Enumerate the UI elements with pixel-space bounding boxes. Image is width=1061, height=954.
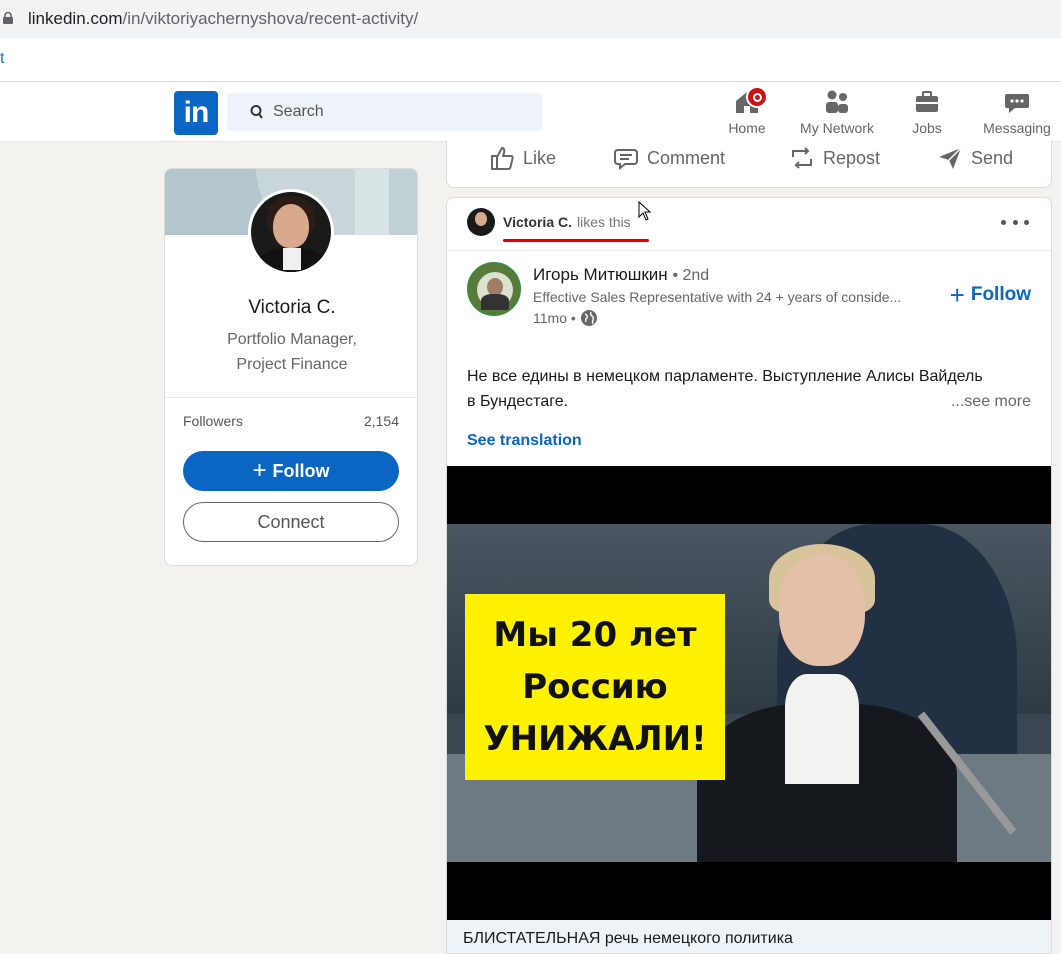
video-frame: Мы 20 лет Россию УНИЖАЛИ!: [447, 524, 1051, 862]
plus-icon: +: [949, 280, 965, 310]
url-text[interactable]: linkedin.com/in/viktoriyachernyshova/rec…: [28, 9, 418, 29]
video-player[interactable]: Мы 20 лет Россию УНИЖАЛИ!: [447, 466, 1051, 920]
briefcase-icon: [916, 91, 938, 112]
plus-icon: +: [252, 457, 267, 484]
followers-count: 2,154: [363, 413, 399, 429]
liker-name[interactable]: Victoria C.: [503, 214, 572, 230]
liker-action: likes this: [577, 214, 631, 230]
comment-label: Comment: [647, 147, 726, 168]
messaging-icon: [1005, 94, 1029, 113]
nav-home-label: Home: [728, 120, 766, 136]
social-context: Victoria C. likes this: [467, 208, 631, 236]
divider: [165, 397, 417, 398]
profile-headline-line1: Portfolio Manager,: [227, 331, 357, 348]
lock-icon: [3, 12, 13, 24]
video-caption: Мы 20 лет Россию УНИЖАЛИ!: [465, 594, 725, 780]
author-follow-button[interactable]: + Follow: [950, 282, 1031, 308]
post-time: 11mo •: [533, 309, 598, 327]
divider: [447, 250, 1051, 251]
nav-home[interactable]: Home: [722, 84, 772, 140]
notification-badge: [746, 86, 768, 108]
followers-label: Followers: [183, 413, 243, 429]
follow-button[interactable]: + Follow: [183, 451, 399, 491]
repost-icon: [792, 147, 812, 169]
feed-post: Victoria C. likes this Игорь Митюшкин • …: [446, 197, 1052, 954]
follow-button-label: Follow: [272, 460, 330, 481]
see-translation-link[interactable]: See translation: [467, 432, 582, 450]
send-label: Send: [971, 147, 1014, 168]
author-name[interactable]: Игорь Митюшкин: [533, 265, 668, 284]
search-box[interactable]: [227, 93, 542, 131]
network-icon: [826, 90, 848, 113]
video-caption-line3: УНИЖАЛИ!: [483, 719, 707, 759]
author-avatar[interactable]: [467, 262, 521, 316]
video-caption-line1: Мы 20 лет: [493, 615, 697, 655]
send-button[interactable]: Send: [937, 144, 1013, 172]
red-underline-annotation: [503, 239, 649, 242]
globe-icon: [580, 310, 597, 326]
liker-avatar[interactable]: [467, 208, 495, 236]
repost-label: Repost: [823, 147, 881, 168]
nav-messaging-label: Messaging: [983, 120, 1051, 136]
nav-jobs[interactable]: Jobs: [905, 84, 949, 140]
repost-button[interactable]: Repost: [789, 144, 880, 172]
url-path: /in/viktoriyachernyshova/recent-activity…: [122, 9, 419, 28]
search-icon: [250, 105, 263, 119]
nav-jobs-label: Jobs: [912, 120, 942, 136]
comment-icon: [614, 149, 638, 171]
connect-button-label: Connect: [257, 511, 325, 532]
profile-headline-line2: Project Finance: [236, 356, 348, 373]
browser-address-bar[interactable]: linkedin.com/in/viktoriyachernyshova/rec…: [0, 0, 1061, 38]
bookmarks-bar: t: [0, 38, 1061, 82]
comment-button[interactable]: Comment: [613, 144, 725, 172]
dot-icon: [1024, 219, 1029, 225]
like-label: Like: [523, 147, 557, 168]
profile-card: Victoria C. Portfolio Manager, Project F…: [164, 168, 418, 566]
search-input[interactable]: [273, 93, 533, 131]
connect-button[interactable]: Connect: [183, 502, 399, 542]
author-follow-label: Follow: [970, 284, 1031, 305]
nav-my-network-label: My Network: [800, 120, 874, 136]
url-host: linkedin.com: [28, 9, 123, 28]
video-caption-line2: Россию: [522, 667, 668, 707]
profile-headline: Portfolio Manager, Project Finance: [165, 327, 417, 377]
video-title: БЛИСТАТЕЛЬНАЯ речь немецкого политика: [463, 930, 793, 947]
linkedin-logo[interactable]: in: [174, 91, 218, 135]
like-icon: [491, 147, 514, 170]
nav-my-network[interactable]: My Network: [793, 84, 881, 140]
cursor-icon: [638, 201, 652, 221]
nav-messaging[interactable]: Messaging: [978, 84, 1056, 140]
profile-name[interactable]: Victoria C.: [165, 297, 417, 319]
dot-icon: [1001, 219, 1006, 225]
more-options-button[interactable]: [1001, 212, 1029, 232]
linkedin-header: in Home My Network Jobs: [0, 82, 1061, 142]
previous-post-actions: Like Comment Repost Send: [446, 140, 1052, 188]
author-headline: Effective Sales Representative with 24 +…: [533, 289, 902, 305]
connection-degree: • 2nd: [672, 267, 710, 284]
see-more-link[interactable]: ...see more: [951, 389, 1031, 414]
dot-icon: [1012, 219, 1018, 225]
avatar[interactable]: [248, 189, 334, 275]
post-time-text: 11mo •: [533, 310, 576, 326]
send-icon: [939, 147, 962, 169]
post-body-line1: Не все едины в немецком парламенте. Выст…: [467, 368, 983, 385]
author-name-row[interactable]: Игорь Митюшкин • 2nd: [533, 265, 709, 285]
bookmark-fragment[interactable]: t: [0, 50, 4, 68]
like-button[interactable]: Like: [489, 144, 556, 172]
video-title-bar[interactable]: БЛИСТАТЕЛЬНАЯ речь немецкого политика: [447, 920, 1051, 953]
